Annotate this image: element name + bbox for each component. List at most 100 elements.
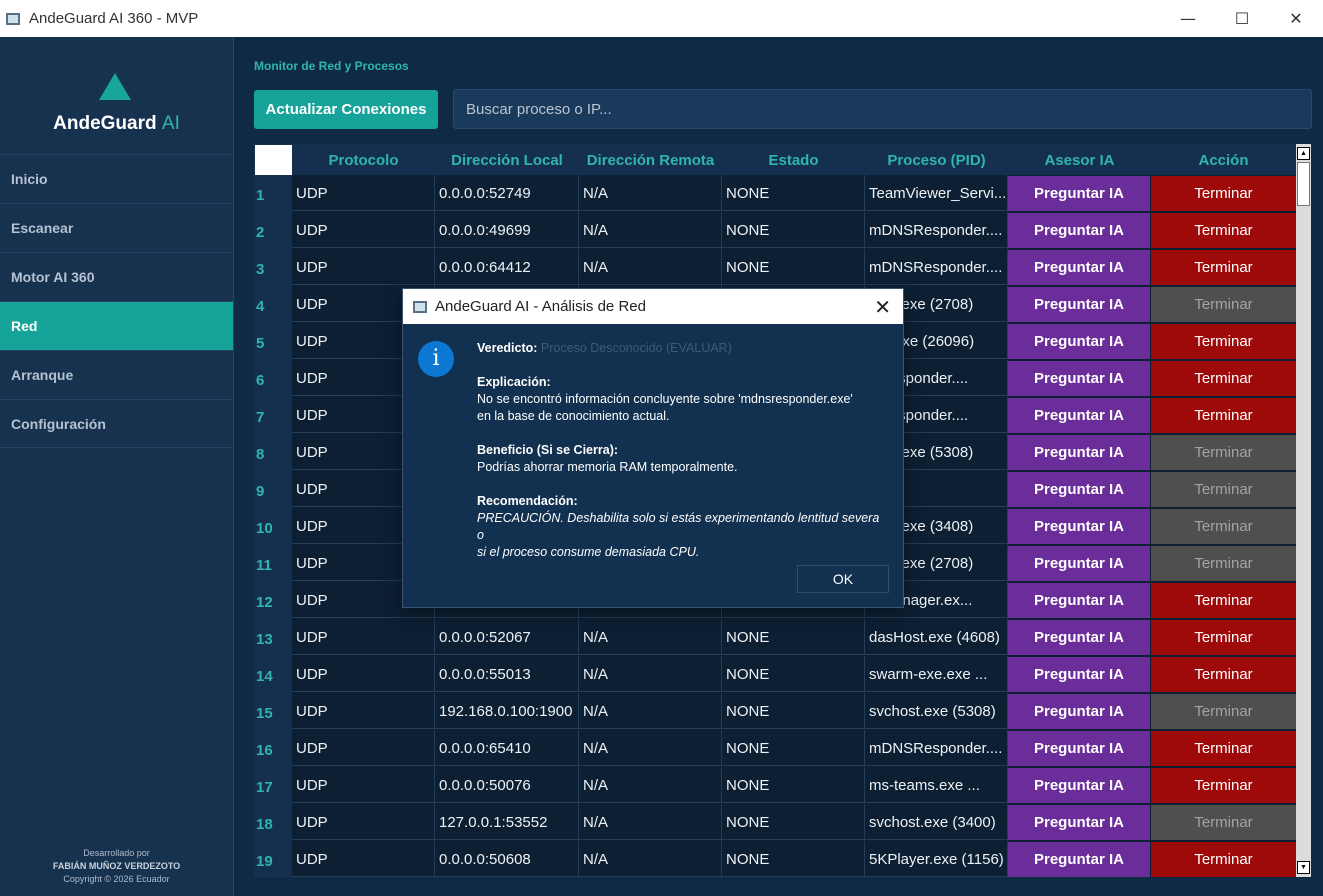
cell-proto: UDP	[292, 656, 435, 692]
ask-ai-button[interactable]: Preguntar IA	[1008, 768, 1150, 803]
ask-ai-button[interactable]: Preguntar IA	[1008, 287, 1150, 322]
table-row[interactable]: 15 UDP 192.168.0.100:1900 N/A NONE svchost.ex…	[254, 693, 1296, 730]
row-number[interactable]: 18	[254, 804, 292, 841]
sidebar-item-4[interactable]: Arranque	[0, 350, 233, 399]
row-number[interactable]: 14	[254, 656, 292, 693]
row-number[interactable]: 10	[254, 508, 292, 545]
terminate-button[interactable]: Terminar	[1151, 176, 1296, 211]
terminate-button[interactable]: Terminar	[1151, 583, 1296, 618]
window-title: AndeGuard AI 360 - MVP	[29, 10, 199, 27]
row-number[interactable]: 8	[254, 434, 292, 471]
footer-copyright: Copyright © 2026 Ecuador	[63, 874, 170, 884]
corner-button[interactable]	[255, 145, 292, 175]
sidebar-item-1[interactable]: Escanear	[0, 203, 233, 252]
cell-proto: UDP	[292, 804, 435, 840]
scroll-down-icon[interactable]: ▼	[1297, 861, 1310, 874]
ask-ai-button[interactable]: Preguntar IA	[1008, 731, 1150, 766]
scroll-thumb[interactable]	[1297, 162, 1310, 206]
terminate-button[interactable]: Terminar	[1151, 768, 1296, 803]
recommendation-line-2: si el proceso consume demasiada CPU.	[477, 545, 700, 559]
row-number[interactable]: 12	[254, 582, 292, 619]
column-header-6[interactable]: Acción	[1151, 144, 1296, 175]
ask-ai-button[interactable]: Preguntar IA	[1008, 435, 1150, 470]
column-header-1[interactable]: Dirección Local	[435, 144, 579, 175]
close-icon[interactable]: ✕	[1269, 0, 1323, 37]
scroll-up-icon[interactable]: ▲	[1297, 147, 1310, 160]
ok-button[interactable]: OK	[797, 565, 889, 593]
ask-ai-button[interactable]: Preguntar IA	[1008, 398, 1150, 433]
row-number[interactable]: 3	[254, 249, 292, 286]
ask-ai-button[interactable]: Preguntar IA	[1008, 694, 1150, 729]
row-number[interactable]: 4	[254, 286, 292, 323]
column-header-2[interactable]: Dirección Remota	[579, 144, 722, 175]
ask-ai-button[interactable]: Preguntar IA	[1008, 250, 1150, 285]
ask-ai-button[interactable]: Preguntar IA	[1008, 176, 1150, 211]
cell-state: NONE	[722, 730, 865, 766]
sidebar-item-3[interactable]: Red	[0, 301, 233, 350]
logo: AndeGuard AI	[0, 113, 233, 135]
ask-ai-button[interactable]: Preguntar IA	[1008, 472, 1150, 507]
terminate-button[interactable]: Terminar	[1151, 324, 1296, 359]
row-number[interactable]: 9	[254, 471, 292, 508]
column-header-3[interactable]: Estado	[722, 144, 865, 175]
terminate-button[interactable]: Terminar	[1151, 361, 1296, 396]
minimize-icon[interactable]: —	[1161, 0, 1215, 37]
sidebar-item-0[interactable]: Inicio	[0, 154, 233, 203]
table-row[interactable]: 1 UDP 0.0.0.0:52749 N/A NONE TeamViewer_Servi…	[254, 175, 1296, 212]
table-row[interactable]: 14 UDP 0.0.0.0:55013 N/A NONE swarm-exe.exe .…	[254, 656, 1296, 693]
terminate-button[interactable]: Terminar	[1151, 213, 1296, 248]
info-icon: i	[418, 341, 454, 377]
ask-ai-button[interactable]: Preguntar IA	[1008, 620, 1150, 655]
cell-state: NONE	[722, 656, 865, 692]
cell-state: NONE	[722, 212, 865, 248]
sidebar-item-5[interactable]: Configuración	[0, 399, 233, 448]
cell-local: 0.0.0.0:52067	[435, 619, 579, 655]
ask-ai-button[interactable]: Preguntar IA	[1008, 583, 1150, 618]
row-number[interactable]: 1	[254, 175, 292, 212]
column-header-5[interactable]: Asesor IA	[1008, 144, 1151, 175]
row-number[interactable]: 5	[254, 323, 292, 360]
ask-ai-button[interactable]: Preguntar IA	[1008, 805, 1150, 840]
column-header-4[interactable]: Proceso (PID)	[865, 144, 1008, 175]
row-number[interactable]: 7	[254, 397, 292, 434]
row-number[interactable]: 11	[254, 545, 292, 582]
table-row[interactable]: 3 UDP 0.0.0.0:64412 N/A NONE mDNSResponder...…	[254, 249, 1296, 286]
terminate-button[interactable]: Terminar	[1151, 731, 1296, 766]
ask-ai-button[interactable]: Preguntar IA	[1008, 509, 1150, 544]
ask-ai-button[interactable]: Preguntar IA	[1008, 546, 1150, 581]
row-number[interactable]: 6	[254, 360, 292, 397]
search-input[interactable]	[453, 89, 1312, 129]
maximize-icon[interactable]: ☐	[1215, 0, 1269, 37]
ask-ai-button[interactable]: Preguntar IA	[1008, 324, 1150, 359]
ask-ai-button[interactable]: Preguntar IA	[1008, 842, 1150, 877]
refresh-connections-button[interactable]: Actualizar Conexiones	[254, 90, 438, 129]
table-row[interactable]: 18 UDP 127.0.0.1:53552 N/A NONE svchost.exe (…	[254, 804, 1296, 841]
terminate-button[interactable]: Terminar	[1151, 842, 1296, 877]
dialog-close-icon[interactable]: ✕	[874, 295, 891, 319]
table-scrollbar[interactable]: ▲ ▼	[1296, 144, 1311, 877]
terminate-button[interactable]: Terminar	[1151, 250, 1296, 285]
terminate-button[interactable]: Terminar	[1151, 398, 1296, 433]
sidebar-item-2[interactable]: Motor AI 360	[0, 252, 233, 301]
row-number[interactable]: 19	[254, 841, 292, 877]
window-controls: — ☐ ✕	[1161, 0, 1323, 37]
table-row[interactable]: 16 UDP 0.0.0.0:65410 N/A NONE mDNSResponder..…	[254, 730, 1296, 767]
cell-local: 0.0.0.0:65410	[435, 730, 579, 766]
ask-ai-button[interactable]: Preguntar IA	[1008, 657, 1150, 692]
ask-ai-button[interactable]: Preguntar IA	[1008, 213, 1150, 248]
table-row[interactable]: 17 UDP 0.0.0.0:50076 N/A NONE ms-teams.exe ..…	[254, 767, 1296, 804]
column-header-0[interactable]: Protocolo	[292, 144, 435, 175]
table-row[interactable]: 2 UDP 0.0.0.0:49699 N/A NONE mDNSResponder...…	[254, 212, 1296, 249]
footer-developed-by: Desarrollado por	[83, 848, 150, 858]
row-number[interactable]: 17	[254, 767, 292, 804]
row-number[interactable]: 16	[254, 730, 292, 767]
row-number[interactable]: 15	[254, 693, 292, 730]
terminate-button[interactable]: Terminar	[1151, 620, 1296, 655]
table-row[interactable]: 13 UDP 0.0.0.0:52067 N/A NONE dasHost.exe (46…	[254, 619, 1296, 656]
cell-state: NONE	[722, 841, 865, 877]
terminate-button[interactable]: Terminar	[1151, 657, 1296, 692]
table-row[interactable]: 19 UDP 0.0.0.0:50608 N/A NONE 5KPlayer.exe (1…	[254, 841, 1296, 877]
row-number[interactable]: 13	[254, 619, 292, 656]
row-number[interactable]: 2	[254, 212, 292, 249]
ask-ai-button[interactable]: Preguntar IA	[1008, 361, 1150, 396]
